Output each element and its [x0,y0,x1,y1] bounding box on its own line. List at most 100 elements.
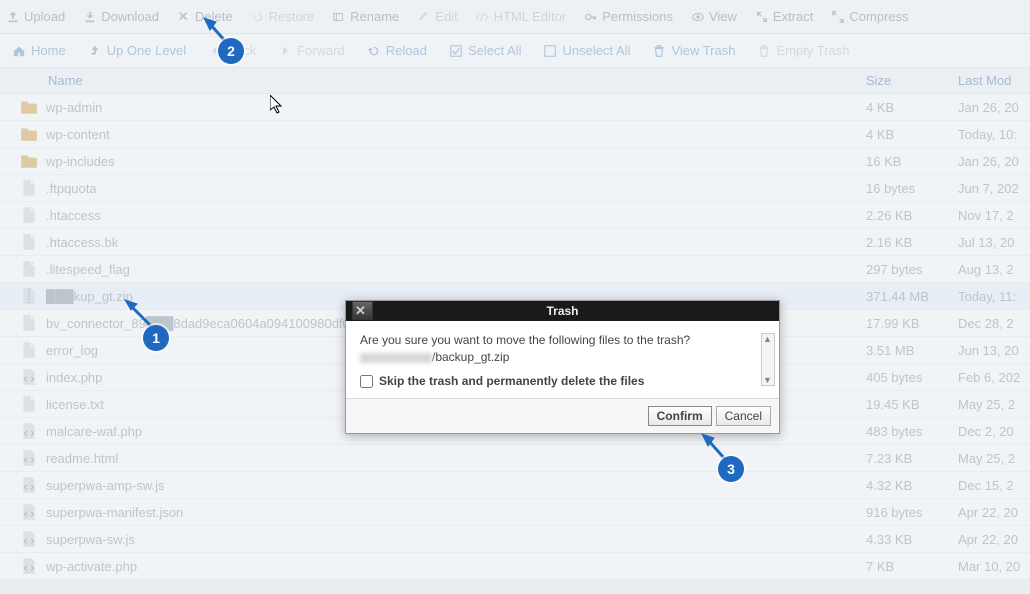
forward-nav[interactable]: Forward [278,43,345,58]
viewtrash-nav[interactable]: View Trash [652,43,735,58]
view-button[interactable]: View [691,9,737,24]
restore-button: Restore [251,9,315,24]
confirm-button[interactable]: Confirm [648,406,712,426]
edit-icon [417,10,431,24]
annotation-bubble-3: 3 [718,456,744,482]
restore-icon [251,10,265,24]
file-size: 2.26 KB [866,208,958,223]
table-row[interactable]: superpwa-amp-sw.js 4.32 KB Dec 15, 2 [0,472,1030,499]
table-row[interactable]: readme.html 7.23 KB May 25, 2 [0,445,1030,472]
file-name: .htaccess [46,208,866,223]
emptytrash-nav[interactable]: Empty Trash [757,43,849,58]
file-date: Apr 22, 20 [958,532,1030,547]
toolbar-label: Upload [24,9,65,24]
toolbar-label: Rename [350,9,399,24]
code-icon [20,368,38,386]
nav-label: Reload [386,43,427,58]
modal-titlebar: ✕ Trash [346,301,779,321]
file-date: Jan 26, 20 [958,154,1030,169]
column-modified[interactable]: Last Mod [958,73,1030,88]
table-row[interactable]: wp-admin 4 KB Jan 26, 20 [0,94,1030,121]
table-row[interactable]: superpwa-sw.js 4.33 KB Apr 22, 20 [0,526,1030,553]
download-icon [83,10,97,24]
extract-button[interactable]: Extract [755,9,813,24]
mouse-cursor-icon [270,95,286,115]
skip-trash-option[interactable]: Skip the trash and permanently delete th… [360,374,747,388]
file-size: 2.16 KB [866,235,958,250]
file-size: 297 bytes [866,262,958,277]
home-nav[interactable]: Home [12,43,66,58]
table-row[interactable]: wp-content 4 KB Today, 10: [0,121,1030,148]
file-date: Mar 10, 20 [958,559,1030,574]
trash-icon [652,44,666,58]
file-name: wp-includes [46,154,866,169]
modal-title-text: Trash [546,304,578,318]
levelup-icon [88,44,102,58]
unselectall-nav[interactable]: Unselect All [543,43,630,58]
top-toolbar: UploadDownloadDeleteRestoreRenameEditHTM… [0,0,1030,34]
modal-filepath: /backup_gt.zip [360,350,747,364]
file-date: Nov 17, 2 [958,208,1030,223]
home-icon [12,44,26,58]
table-row[interactable]: wp-includes 16 KB Jan 26, 20 [0,148,1030,175]
table-row[interactable]: .htaccess.bk 2.16 KB Jul 13, 20 [0,229,1030,256]
column-name[interactable]: Name [48,73,866,88]
reload-icon [367,44,381,58]
selectall-nav[interactable]: Select All [449,43,521,58]
file-date: Aug 13, 2 [958,262,1030,277]
table-row[interactable]: .litespeed_flag 297 bytes Aug 13, 2 [0,256,1030,283]
file-size: 371.44 MB [866,289,958,304]
file-name: wp-admin [46,100,866,115]
filepath-suffix: /backup_gt.zip [432,350,509,364]
x-icon [177,10,191,24]
table-row[interactable]: superpwa-manifest.json 916 bytes Apr 22,… [0,499,1030,526]
file-date: Dec 15, 2 [958,478,1030,493]
file-size: 4 KB [866,127,958,142]
html-icon [476,10,490,24]
upload-button[interactable]: Upload [6,9,65,24]
file-date: Jun 7, 202 [958,181,1030,196]
file-icon [20,395,38,413]
upone-nav[interactable]: Up One Level [88,43,187,58]
file-size: 4.32 KB [866,478,958,493]
square-icon [543,44,557,58]
compress-button[interactable]: Compress [831,9,908,24]
file-size: 7 KB [866,559,958,574]
file-date: Today, 11: [958,289,1030,304]
table-row[interactable]: .htaccess 2.26 KB Nov 17, 2 [0,202,1030,229]
file-icon [20,206,38,224]
modal-footer: Confirm Cancel [346,398,779,433]
table-header: Name Size Last Mod [0,68,1030,94]
close-icon[interactable]: ✕ [352,301,373,320]
file-date: Jun 13, 20 [958,343,1030,358]
file-date: Dec 2, 20 [958,424,1030,439]
code-icon [20,449,38,467]
cancel-button[interactable]: Cancel [716,406,771,426]
download-button[interactable]: Download [83,9,159,24]
table-row[interactable]: .ftpquota 16 bytes Jun 7, 202 [0,175,1030,202]
file-date: May 25, 2 [958,451,1030,466]
table-row[interactable]: wp-activate.php 7 KB Mar 10, 20 [0,553,1030,580]
file-size: 483 bytes [866,424,958,439]
modal-scrollbar[interactable] [761,333,775,386]
toolbar-label: View [709,9,737,24]
trash-modal: ✕ Trash Are you sure you want to move th… [345,300,780,434]
rename-button[interactable]: Rename [332,9,399,24]
reload-nav[interactable]: Reload [367,43,427,58]
skip-trash-label: Skip the trash and permanently delete th… [379,374,644,388]
file-name: .litespeed_flag [46,262,866,277]
code-icon [20,422,38,440]
htmleditor-button: HTML Editor [476,9,566,24]
toolbar-label: HTML Editor [494,9,566,24]
toolbar-label: Edit [435,9,457,24]
nav-toolbar: HomeUp One LevelBackForwardReloadSelect … [0,34,1030,68]
permissions-button[interactable]: Permissions [584,9,673,24]
column-size[interactable]: Size [866,73,958,88]
key-icon [584,10,598,24]
file-name: .ftpquota [46,181,866,196]
folder-icon [20,125,38,143]
file-date: Feb 6, 202 [958,370,1030,385]
skip-trash-checkbox[interactable] [360,375,373,388]
file-name: .htaccess.bk [46,235,866,250]
file-date: Jul 13, 20 [958,235,1030,250]
